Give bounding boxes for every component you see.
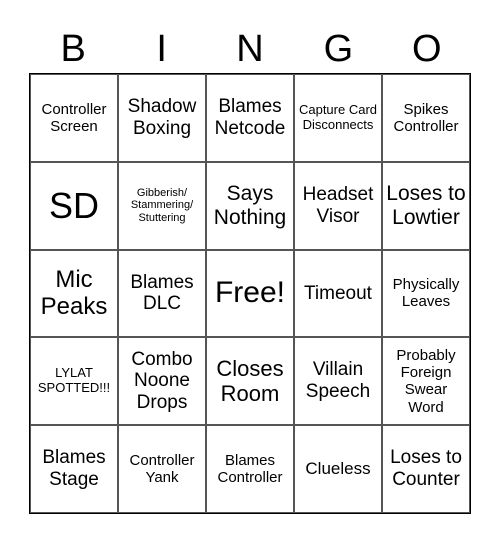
- bingo-cell-label: Timeout: [304, 282, 372, 304]
- header-letter-o: O: [412, 28, 442, 70]
- header-letter-i: I: [156, 28, 167, 70]
- bingo-cell[interactable]: Clueless: [294, 425, 382, 513]
- bingo-cell-label: Gibberish/ Stammering/ Stuttering: [130, 186, 194, 225]
- bingo-cell-label: Villain Speech: [305, 359, 371, 403]
- bingo-cell-label: Probably Foreign Swear Word: [396, 346, 456, 416]
- bingo-cell[interactable]: Combo Noone Drops: [118, 337, 206, 426]
- bingo-cell[interactable]: Gibberish/ Stammering/ Stuttering: [118, 161, 206, 250]
- header-letter-n: N: [236, 28, 264, 70]
- bingo-cell[interactable]: Closes Room: [206, 337, 294, 426]
- free-space-cell[interactable]: Free!: [206, 249, 294, 338]
- bingo-cell-label: Blames Netcode: [214, 96, 286, 139]
- bingo-cell-label: Blames Controller: [217, 451, 283, 487]
- bingo-cell-label: Says Nothing: [213, 181, 287, 229]
- bingo-cell[interactable]: Controller Screen: [30, 74, 118, 162]
- bingo-cell-label: Clueless: [305, 459, 371, 479]
- bingo-cell[interactable]: SD: [30, 161, 118, 250]
- bingo-cell[interactable]: Blames Controller: [206, 425, 294, 513]
- header-letter-g: G: [323, 28, 354, 70]
- bingo-cell-label: Loses to Lowtier: [386, 181, 466, 229]
- bingo-card-grid: Controller Screen Shadow Boxing Blames Net…: [29, 73, 471, 514]
- bingo-cell[interactable]: Blames DLC: [118, 249, 206, 338]
- bingo-cell-label: Physically Leaves: [392, 276, 460, 311]
- bingo-cell[interactable]: Blames Netcode: [206, 74, 294, 162]
- bingo-cell[interactable]: Villain Speech: [294, 337, 382, 426]
- bingo-cell[interactable]: Controller Yank: [118, 425, 206, 513]
- bingo-cell[interactable]: Loses to Counter: [382, 425, 470, 513]
- bingo-cell-label: Controller Screen: [41, 100, 107, 135]
- bingo-cell-label: Combo Noone Drops: [131, 348, 193, 414]
- bingo-cell[interactable]: Capture Card Disconnects: [294, 74, 382, 162]
- bingo-cell[interactable]: LYLAT SPOTTED!!!: [30, 337, 118, 426]
- bingo-cell[interactable]: Loses to Lowtier: [382, 161, 470, 250]
- bingo-cell-label: Free!: [214, 276, 286, 310]
- bingo-cell[interactable]: Headset Visor: [294, 161, 382, 250]
- bingo-cell-label: Controller Yank: [129, 451, 195, 487]
- bingo-cell[interactable]: Shadow Boxing: [118, 74, 206, 162]
- bingo-cell-label: SD: [48, 185, 99, 226]
- header-letter-b: B: [60, 28, 86, 70]
- bingo-cell-label: Shadow Boxing: [127, 96, 197, 139]
- bingo-cell[interactable]: Timeout: [294, 249, 382, 338]
- bingo-cell-label: Mic Peaks: [40, 265, 108, 321]
- bingo-cell[interactable]: Blames Stage: [30, 425, 118, 513]
- bingo-cell-label: Capture Card Disconnects: [298, 101, 378, 132]
- bingo-cell-label: Spikes Controller: [393, 100, 459, 135]
- bingo-cell[interactable]: Says Nothing: [206, 161, 294, 250]
- bingo-cell-label: Blames Stage: [42, 447, 106, 491]
- bingo-cell[interactable]: Spikes Controller: [382, 74, 470, 162]
- bingo-cell[interactable]: Probably Foreign Swear Word: [382, 337, 470, 426]
- bingo-cell[interactable]: Physically Leaves: [382, 249, 470, 338]
- bingo-header: B I N G O: [29, 24, 471, 74]
- bingo-cell-label: LYLAT SPOTTED!!!: [37, 365, 111, 396]
- bingo-cell-label: Blames DLC: [130, 271, 194, 315]
- bingo-cell-label: Loses to Counter: [390, 447, 462, 491]
- bingo-cell-label: Closes Room: [216, 355, 284, 407]
- bingo-cell[interactable]: Mic Peaks: [30, 249, 118, 338]
- bingo-cell-label: Headset Visor: [302, 183, 374, 227]
